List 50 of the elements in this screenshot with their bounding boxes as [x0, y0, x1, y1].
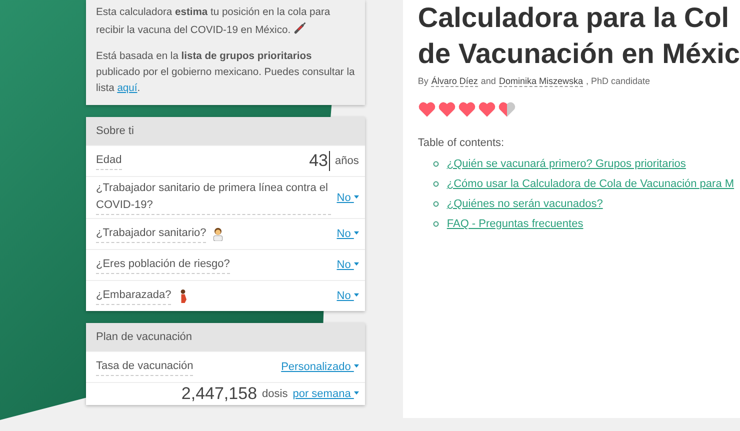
bullet-icon	[432, 221, 439, 227]
toc-link[interactable]: ¿Quién se vacunará primero? Grupos prioritarios	[446, 158, 686, 170]
field-label: Tasa de vacunación	[96, 358, 194, 376]
author-link[interactable]: Dominika Miszewska	[498, 76, 583, 87]
list-link[interactable]: aquí	[117, 83, 138, 94]
heart-icon	[498, 101, 516, 118]
bullet-icon	[432, 201, 439, 207]
source-text: Está basada en la lista de grupos prioritarios publicado por el gobierno mexicano. Puedes consultar la lista aquí.	[96, 50, 355, 96]
heart-icon	[418, 101, 436, 118]
caret-icon	[354, 293, 359, 297]
toc-title: Table of contents:	[418, 137, 506, 149]
unit-label: dosis	[262, 388, 288, 400]
answer-dropdown[interactable]: No	[336, 259, 359, 271]
section-header: Sobre ti	[86, 117, 365, 145]
caret-icon	[354, 262, 359, 266]
heart-icon	[438, 101, 456, 118]
caret-icon	[354, 364, 359, 368]
answer-dropdown[interactable]: No	[336, 290, 359, 302]
health-worker-icon	[211, 227, 226, 241]
age-input[interactable]: 43	[287, 151, 330, 171]
rate-dropdown[interactable]: Personalizado	[281, 361, 359, 373]
article-title: Calculadora para la Col de Vacunación en Méxic	[418, 1, 740, 71]
doses-value: 2,447,158	[181, 384, 258, 404]
byline-text: , PhD candidate	[586, 76, 650, 87]
toc-link[interactable]: FAQ - Preguntas frecuentes	[446, 218, 584, 230]
heart-icon	[478, 101, 496, 118]
caret-icon	[354, 391, 359, 395]
heart-rating[interactable]	[418, 101, 516, 118]
section-header: Plan de vacunación	[86, 323, 365, 351]
answer-dropdown[interactable]: No	[336, 192, 359, 204]
unit-label: años	[335, 155, 359, 167]
byline-text: and	[480, 76, 496, 87]
field-label: Edad	[96, 152, 122, 170]
question-label: ¿Eres población de riesgo?	[96, 256, 230, 274]
syringe-icon	[293, 21, 308, 35]
caret-icon	[354, 194, 359, 198]
toc-link[interactable]: ¿Cómo usar la Calculadora de Cola de Vacunación para M	[446, 178, 734, 190]
bullet-icon	[432, 181, 439, 187]
bullet-icon	[432, 161, 439, 167]
period-dropdown[interactable]: por semana	[292, 388, 359, 400]
answer-dropdown[interactable]: No	[336, 228, 359, 240]
question-label: ¿Embarazada?	[96, 287, 172, 305]
toc-link[interactable]: ¿Quiénes no serán vacunados?	[446, 198, 603, 210]
caret-icon	[354, 231, 359, 235]
byline-text: By	[418, 76, 428, 87]
intro-text: Esta calculadora estima tu posición en la cola para recibir la vacuna del COVID-19 en México.	[96, 6, 332, 38]
question-label: ¿Trabajador sanitario de primera línea contra el COVID-19?	[96, 180, 331, 215]
author-link[interactable]: Álvaro Díez	[431, 76, 478, 87]
heart-icon	[458, 101, 476, 118]
question-label: ¿Trabajador sanitario?	[96, 225, 206, 243]
